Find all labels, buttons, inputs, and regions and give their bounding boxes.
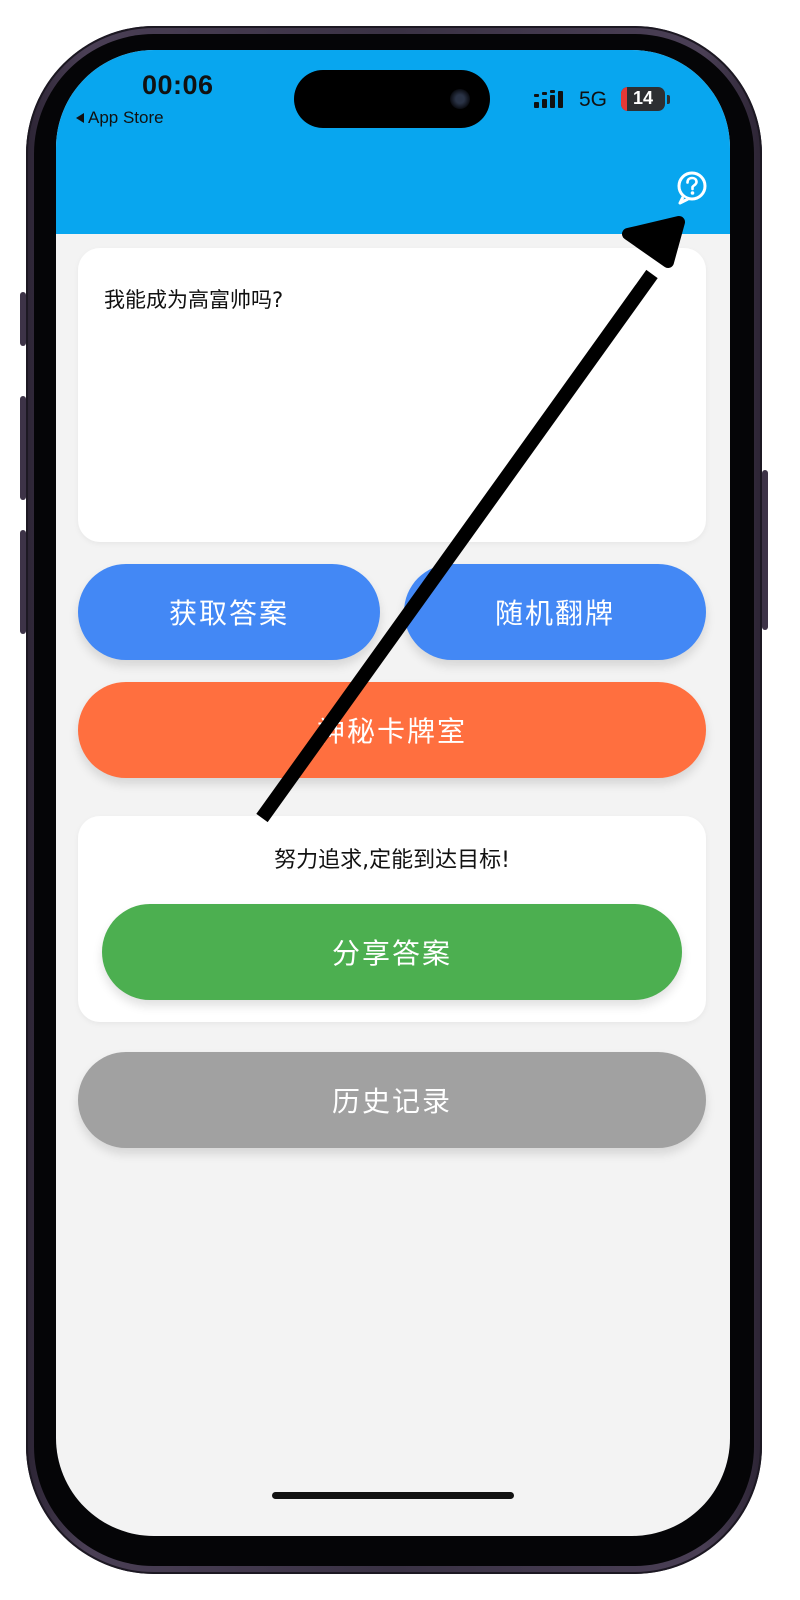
cellular-signal-icon [534, 90, 563, 108]
answer-result-card: 努力追求,定能到达目标! 分享答案 [78, 816, 706, 1022]
mystery-card-room-button[interactable]: 神秘卡牌室 [78, 682, 706, 778]
volume-up-button [20, 396, 26, 500]
screenshot-canvas: 00:06 App Store 5G 14 我能成为高富帅吗? 获取答案 随机翻… [0, 0, 800, 1600]
battery-icon: 14 [621, 87, 665, 111]
app-header: 00:06 App Store 5G 14 [56, 50, 730, 234]
question-card[interactable]: 我能成为高富帅吗? [78, 248, 706, 542]
help-circle-icon[interactable] [676, 170, 708, 206]
volume-down-button [20, 530, 26, 634]
random-flip-button[interactable]: 随机翻牌 [404, 564, 706, 660]
get-answer-button[interactable]: 获取答案 [78, 564, 380, 660]
dynamic-island [294, 70, 490, 128]
back-label: App Store [88, 108, 164, 127]
battery-cap [667, 95, 670, 104]
home-indicator [272, 1492, 514, 1499]
app-screen: 00:06 App Store 5G 14 我能成为高富帅吗? 获取答案 随机翻… [56, 50, 730, 1536]
answer-text: 努力追求,定能到达目标! [274, 848, 510, 873]
back-triangle-icon [76, 113, 84, 123]
action-button [20, 292, 26, 346]
back-to-app-store[interactable]: App Store [76, 108, 164, 128]
camera-icon [450, 89, 470, 109]
network-type: 5G [579, 88, 608, 111]
history-button[interactable]: 历史记录 [78, 1052, 706, 1148]
share-answer-button[interactable]: 分享答案 [102, 904, 682, 1000]
question-text[interactable]: 我能成为高富帅吗? [104, 284, 283, 314]
status-time: 00:06 [142, 70, 214, 100]
battery-percentage: 14 [632, 88, 654, 108]
power-button [762, 470, 768, 630]
